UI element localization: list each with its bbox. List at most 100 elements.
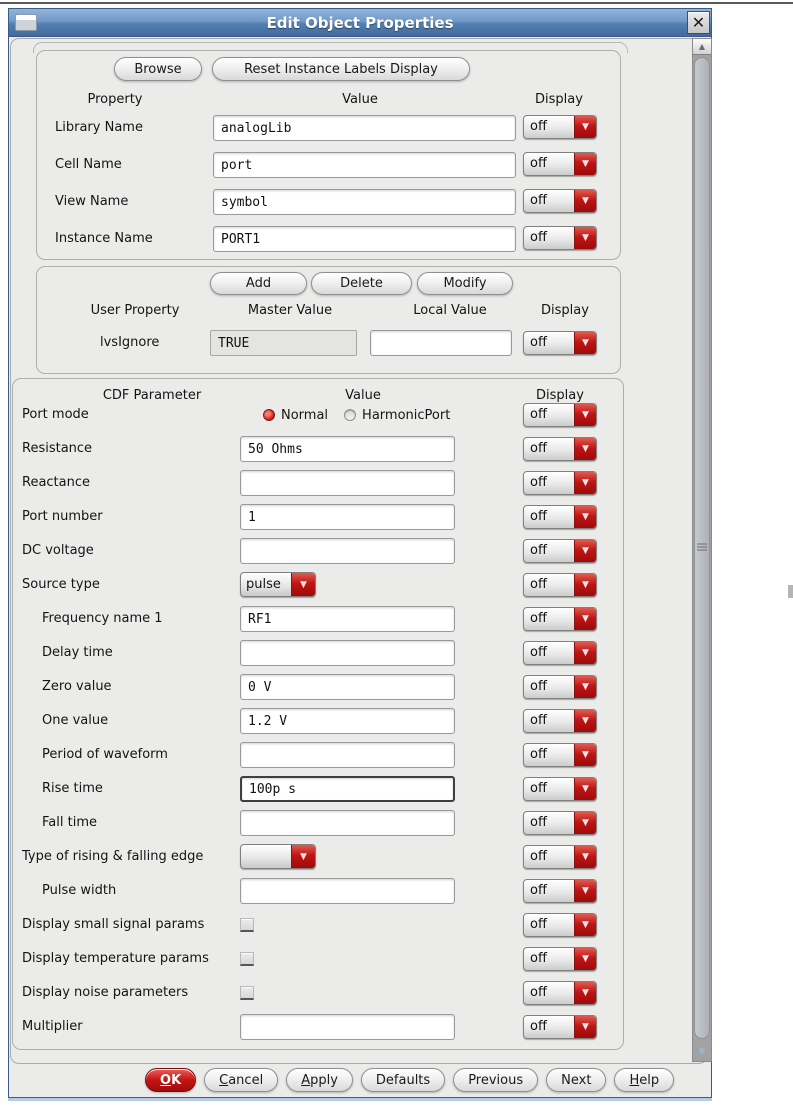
display-dropdown[interactable]: off ▼	[523, 607, 597, 631]
display-dropdown[interactable]: off ▼	[523, 845, 597, 869]
property-value-input[interactable]	[213, 226, 516, 252]
cdf-parameter-label: Rise time	[42, 781, 103, 796]
cdf-parameter-row: Type of rising & falling edge ▼ off ▼	[13, 840, 623, 874]
display-dropdown[interactable]: off ▼	[523, 403, 597, 427]
vertical-scrollbar[interactable]: ▲ ▼	[692, 38, 712, 1062]
apply-button[interactable]: Apply	[286, 1068, 353, 1092]
display-dropdown[interactable]: off ▼	[523, 879, 597, 903]
cdf-checkbox[interactable]	[240, 952, 254, 966]
display-dropdown-value: off	[530, 781, 547, 796]
display-dropdown[interactable]: off ▼	[523, 437, 597, 461]
dropdown-arrow-icon: ▼	[574, 472, 596, 494]
next-button[interactable]: Next	[546, 1068, 607, 1092]
cdf-value-input[interactable]	[240, 470, 455, 496]
ok-button[interactable]: OK	[145, 1068, 197, 1092]
dropdown-arrow-icon: ▼	[574, 116, 596, 138]
cdf-value-select[interactable]: ▼	[240, 844, 316, 869]
scroll-down-icon: ▼	[698, 1046, 706, 1057]
cdf-checkbox[interactable]	[240, 918, 254, 932]
display-dropdown[interactable]: off ▼	[523, 743, 597, 767]
cdf-parameter-row: Fall time off ▼	[13, 806, 623, 840]
cdf-value-input[interactable]	[240, 674, 455, 700]
cdf-value-input[interactable]	[240, 436, 455, 462]
display-dropdown[interactable]: off ▼	[523, 641, 597, 665]
port-mode-radio-harmonicport[interactable]	[344, 409, 357, 421]
display-dropdown-value: off	[530, 509, 547, 524]
display-dropdown-value: off	[530, 1019, 547, 1034]
dropdown-arrow-icon: ▼	[574, 438, 596, 460]
display-column-header: Display	[535, 92, 583, 107]
display-dropdown[interactable]: off ▼	[523, 1015, 597, 1039]
cdf-parameter-label: Zero value	[42, 679, 112, 694]
dialog-body: Browse Reset Instance Labels Display Pro…	[9, 37, 712, 1097]
display-dropdown[interactable]: off ▼	[523, 981, 597, 1005]
property-label: Instance Name	[55, 231, 153, 246]
cdf-checkbox[interactable]	[240, 986, 254, 1000]
display-dropdown-value: off	[530, 849, 547, 864]
browse-button[interactable]: Browse	[114, 57, 202, 81]
cdf-parameter-label: Period of waveform	[42, 747, 168, 762]
add-button[interactable]: Add	[210, 272, 307, 295]
display-dropdown-value: off	[530, 543, 547, 558]
defaults-button[interactable]: Defaults	[360, 1068, 446, 1092]
cdf-value-input[interactable]	[240, 708, 455, 734]
display-dropdown[interactable]: off ▼	[523, 505, 597, 529]
cdf-parameter-label: Port mode	[22, 407, 89, 422]
local-value-input[interactable]	[370, 330, 512, 356]
cdf-value-input[interactable]	[240, 776, 455, 802]
reset-instance-labels-button[interactable]: Reset Instance Labels Display	[212, 57, 470, 81]
cdf-parameter-row: Port number off ▼	[13, 500, 623, 534]
dropdown-arrow-icon: ▼	[574, 190, 596, 212]
window-menu-icon[interactable]	[15, 14, 37, 31]
cancel-button[interactable]: Cancel	[204, 1068, 279, 1092]
close-button[interactable]: ✕	[687, 11, 710, 34]
delete-button[interactable]: Delete	[311, 272, 412, 295]
cdf-value-input[interactable]	[240, 742, 455, 768]
display-dropdown[interactable]: off ▼	[523, 675, 597, 699]
display-dropdown[interactable]: off ▼	[523, 777, 597, 801]
property-label: View Name	[55, 194, 129, 209]
cdf-parameter-row: Display noise parameters off ▼	[13, 976, 623, 1010]
property-value-input[interactable]	[213, 189, 516, 215]
display-dropdown[interactable]: off ▼	[523, 573, 597, 597]
help-button[interactable]: Help	[614, 1068, 675, 1092]
cdf-parameter-label: Frequency name 1	[42, 611, 163, 626]
cdf-value-input[interactable]	[240, 504, 455, 530]
display-dropdown[interactable]: off ▼	[523, 811, 597, 835]
cdf-value-input[interactable]	[240, 1014, 455, 1040]
cdf-value-input[interactable]	[240, 606, 455, 632]
scrollbar-up-button[interactable]: ▲	[693, 39, 711, 55]
display-dropdown[interactable]: off ▼	[523, 539, 597, 563]
modify-button[interactable]: Modify	[417, 272, 513, 295]
scrollbar-down-button[interactable]: ▼	[693, 1044, 711, 1059]
display-dropdown[interactable]: off ▼	[523, 913, 597, 937]
cdf-value-input[interactable]	[240, 810, 455, 836]
port-mode-row: Port mode Normal HarmonicPort off ▼	[13, 398, 623, 432]
display-dropdown[interactable]: off ▼	[523, 331, 597, 355]
dropdown-arrow-icon: ▼	[574, 676, 596, 698]
cdf-value-input[interactable]	[240, 878, 455, 904]
port-mode-radio-normal[interactable]	[263, 409, 275, 421]
display-dropdown[interactable]: off ▼	[523, 471, 597, 495]
cdf-parameter-row: Pulse width off ▼	[13, 874, 623, 908]
select-value	[241, 845, 291, 868]
display-dropdown[interactable]: off ▼	[523, 115, 597, 139]
cdf-value-input[interactable]	[240, 538, 455, 564]
cdf-value-input[interactable]	[240, 640, 455, 666]
display-dropdown[interactable]: off ▼	[523, 152, 597, 176]
dropdown-arrow-icon: ▼	[574, 608, 596, 630]
cdf-value-select[interactable]: pulse ▼	[240, 572, 316, 597]
cdf-parameter-label: Display small signal params	[22, 917, 205, 932]
property-row: View Name off ▼	[37, 189, 620, 226]
scrollbar-thumb[interactable]	[694, 57, 710, 1039]
property-value-input[interactable]	[213, 152, 516, 178]
property-value-input[interactable]	[213, 115, 516, 141]
cdf-parameter-label: Display temperature params	[22, 951, 209, 966]
display-dropdown[interactable]: off ▼	[523, 226, 597, 250]
cdf-parameter-row: Reactance off ▼	[13, 466, 623, 500]
display-dropdown[interactable]: off ▼	[523, 709, 597, 733]
footer-buttons: OK Cancel Apply Defaults Previous Next H…	[145, 1068, 675, 1092]
display-dropdown[interactable]: off ▼	[523, 189, 597, 213]
display-dropdown[interactable]: off ▼	[523, 947, 597, 971]
previous-button[interactable]: Previous	[453, 1068, 539, 1092]
